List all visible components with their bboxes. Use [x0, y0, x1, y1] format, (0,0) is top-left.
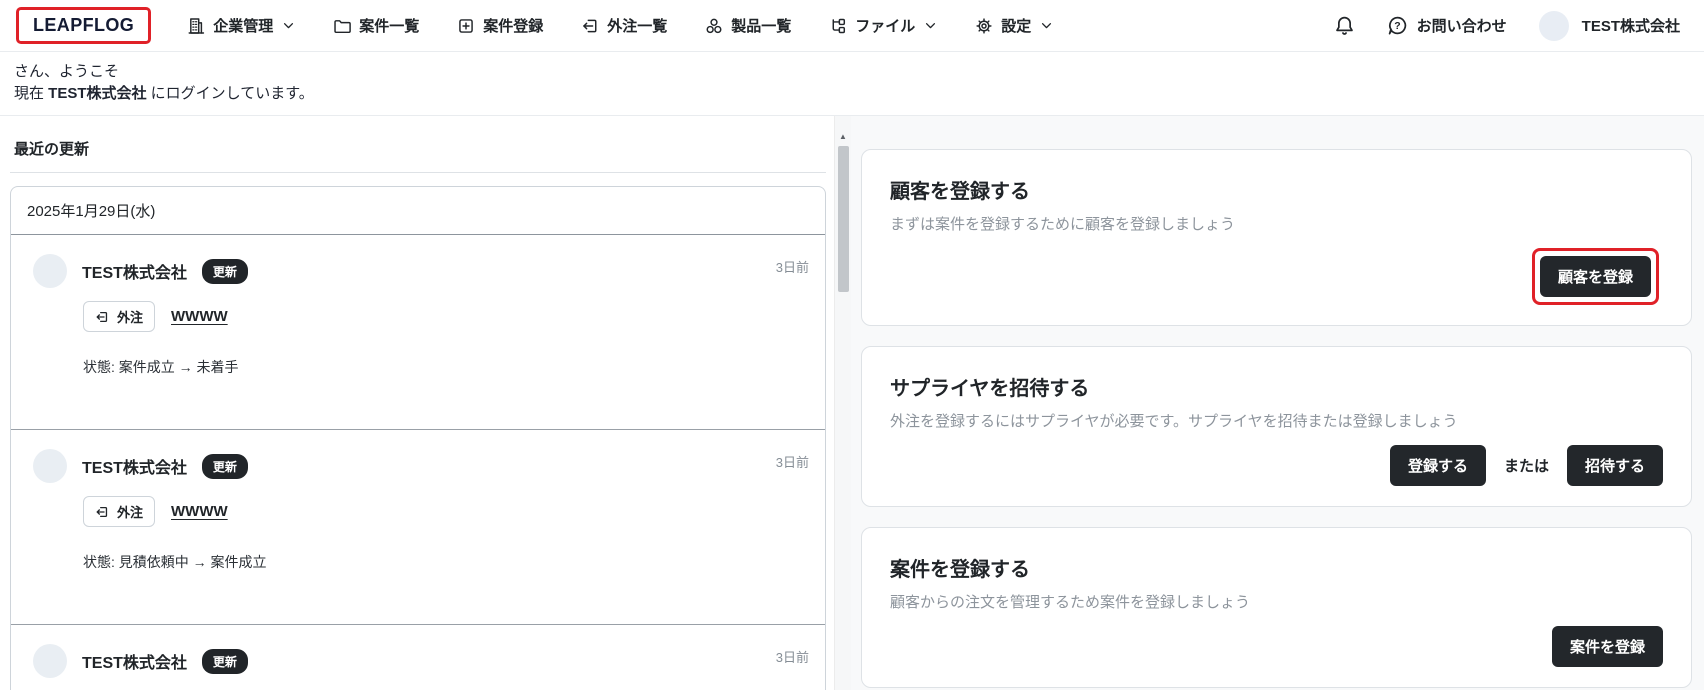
card-invite-supplier: サプライヤを招待する 外注を登録するにはサプライヤが必要です。サプライヤを招待ま… — [861, 346, 1692, 507]
register-project-button[interactable]: 案件を登録 — [1551, 626, 1663, 667]
update-link[interactable]: WWWW — [171, 503, 228, 520]
card-subtitle: まずは案件を登録するために顧客を登録しましょう — [890, 216, 1236, 233]
register-customer-button[interactable]: 顧客を登録 — [1539, 256, 1651, 297]
return-arrow-icon — [581, 17, 599, 35]
card-register-project: 案件を登録する 顧客からの注文を管理するため案件を登録しましょう 案件を登録 — [861, 527, 1692, 688]
nav-item-project-list[interactable]: 案件一覧 — [333, 15, 419, 36]
register-supplier-button[interactable]: 登録する — [1389, 445, 1486, 486]
card-subtitle: 顧客からの注文を管理するため案件を登録しましょう — [890, 594, 1251, 611]
card-subtitle: 外注を登録するにはサプライヤが必要です。サプライヤを招待または登録しましょう — [890, 413, 1458, 430]
nav-label: 案件登録 — [483, 18, 544, 35]
scrollbar-up-arrow[interactable]: ▲ — [839, 132, 847, 142]
nav-label: 外注一覧 — [607, 18, 668, 35]
main-nav: 企業管理 案件一覧 案件登録 外注一覧 製品一覧 ファイル 設定 — [187, 15, 1053, 36]
app-logo[interactable]: LEAPFLOG — [33, 15, 134, 35]
boxes-icon — [705, 17, 723, 35]
account-menu[interactable]: TEST株式会社 — [1538, 10, 1680, 41]
current-company: TEST株式会社 — [48, 85, 147, 102]
company-name: TEST株式会社 — [82, 655, 187, 672]
update-link[interactable]: WWWW — [171, 308, 228, 325]
main-content: 最近の更新 2025年1月29日(水) TEST株式会社 更新 3日前 外注 W… — [0, 116, 1704, 690]
chevron-down-icon — [1040, 19, 1053, 32]
top-navbar: LEAPFLOG 企業管理 案件一覧 案件登録 外注一覧 製品一覧 ファイル 設… — [0, 0, 1704, 52]
card-register-customer: 顧客を登録する まずは案件を登録するために顧客を登録しましょう 顧客を登録 — [861, 149, 1692, 326]
tree-icon — [829, 17, 847, 35]
update-item: TEST株式会社 更新 3日前 外注 — [11, 624, 825, 690]
update-item: TEST株式会社 更新 3日前 外注 — [11, 429, 825, 624]
folder-icon — [333, 17, 352, 35]
company-name: TEST株式会社 — [82, 265, 187, 282]
card-title: 案件を登録する — [890, 559, 1030, 581]
recent-updates-panel: 最近の更新 2025年1月29日(水) TEST株式会社 更新 3日前 外注 W… — [0, 116, 834, 690]
account-avatar — [1538, 10, 1569, 41]
update-item: TEST株式会社 更新 3日前 外注 — [11, 235, 825, 429]
update-status: 状態: 見積依頼中 → 案件成立 — [83, 554, 267, 570]
button-highlight-box: 顧客を登録 — [1531, 248, 1659, 305]
card-title: サプライヤを招待する — [890, 378, 1090, 400]
company-avatar — [33, 644, 67, 678]
scrollbar-thumb[interactable] — [837, 146, 849, 292]
chevron-down-icon — [924, 19, 937, 32]
nav-label: 案件一覧 — [359, 18, 420, 35]
tag-label: 外注 — [117, 505, 144, 520]
welcome-banner: さん、ようこそ 現在 TEST株式会社 にログインしています。 — [0, 52, 1704, 116]
nav-label: 製品一覧 — [731, 18, 792, 35]
contact-button[interactable]: ? お問い合わせ — [1387, 15, 1507, 36]
bell-icon — [1334, 15, 1355, 36]
doc-plus-icon — [457, 17, 475, 35]
chevron-down-icon — [282, 19, 295, 32]
app-screen: LEAPFLOG 企業管理 案件一覧 案件登録 外注一覧 製品一覧 ファイル 設… — [0, 0, 1704, 690]
nav-label: 設定 — [1001, 18, 1032, 35]
return-arrow-icon — [95, 505, 109, 519]
nav-item-project-register[interactable]: 案件登録 — [457, 15, 543, 36]
nav-item-outsource-list[interactable]: 外注一覧 — [581, 15, 667, 36]
gear-icon — [975, 17, 993, 35]
update-badge: 更新 — [201, 648, 248, 674]
update-badge: 更新 — [201, 258, 248, 284]
nav-item-product-list[interactable]: 製品一覧 — [705, 15, 791, 36]
tag-label: 外注 — [117, 310, 144, 325]
company-name: TEST株式会社 — [82, 460, 187, 477]
contact-label: お問い合わせ — [1416, 18, 1507, 35]
outsource-tag-chip: 外注 — [83, 301, 156, 332]
logo-highlight-box: LEAPFLOG — [16, 7, 152, 44]
updates-list-card: 2025年1月29日(水) TEST株式会社 更新 3日前 外注 WWWW 状態… — [10, 186, 826, 690]
updates-date-header: 2025年1月29日(水) — [11, 187, 825, 235]
welcome-line2: 現在 TEST株式会社 にログインしています。 — [14, 85, 314, 102]
recent-updates-heading: 最近の更新 — [10, 138, 826, 173]
building-icon — [187, 17, 205, 35]
welcome-line1: さん、ようこそ — [14, 63, 120, 80]
onboarding-panel: 顧客を登録する まずは案件を登録するために顧客を登録しましょう 顧客を登録 サプ… — [851, 116, 1704, 690]
vertical-scrollbar[interactable]: ▲ — [834, 116, 851, 690]
nav-item-company-management[interactable]: 企業管理 — [187, 15, 295, 36]
nav-label: ファイル — [855, 18, 916, 35]
outsource-tag-chip: 外注 — [83, 496, 156, 527]
nav-item-files[interactable]: ファイル — [829, 15, 937, 36]
return-arrow-icon — [95, 310, 109, 324]
update-badge: 更新 — [201, 453, 248, 479]
company-avatar — [33, 449, 67, 483]
nav-label: 企業管理 — [213, 18, 274, 35]
navbar-right: ? お問い合わせ TEST株式会社 — [1334, 10, 1680, 41]
invite-supplier-button[interactable]: 招待する — [1566, 445, 1663, 486]
or-text: または — [1503, 458, 1549, 475]
update-time: 3日前 — [775, 260, 809, 275]
nav-item-settings[interactable]: 設定 — [975, 15, 1053, 36]
question-chat-icon: ? — [1387, 15, 1408, 36]
notifications-button[interactable] — [1334, 15, 1355, 36]
company-avatar — [33, 254, 67, 288]
update-status: 状態: 案件成立 → 未着手 — [83, 359, 239, 375]
update-time: 3日前 — [775, 650, 809, 665]
card-title: 顧客を登録する — [890, 181, 1030, 203]
account-name: TEST株式会社 — [1581, 18, 1680, 35]
svg-text:?: ? — [1394, 20, 1400, 32]
update-time: 3日前 — [775, 455, 809, 470]
